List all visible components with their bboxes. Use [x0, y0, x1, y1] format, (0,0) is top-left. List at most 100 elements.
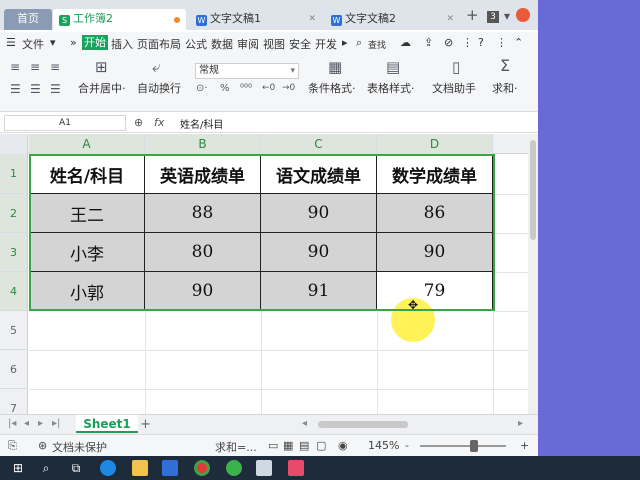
- macro-record-icon[interactable]: ⎘: [8, 439, 17, 453]
- share-icon[interactable]: ⇪: [424, 36, 433, 49]
- zoom-level[interactable]: 145%: [368, 439, 399, 452]
- close-tab-doc2-icon[interactable]: ✕: [446, 9, 454, 29]
- sheet-tab-sheet1[interactable]: Sheet1: [76, 415, 138, 433]
- align-left-icon[interactable]: ☰: [10, 82, 21, 96]
- sheet-grid[interactable]: A B C D 1 2 3 4 5 6 7 姓名/科目 英语成绩单 语文成绩单 …: [0, 134, 528, 414]
- ribbon-more-icon[interactable]: ▸: [342, 36, 348, 49]
- column-header-a[interactable]: A: [29, 134, 145, 154]
- zoom-slider[interactable]: [420, 445, 506, 447]
- normal-view-icon[interactable]: ▭: [268, 439, 278, 452]
- more-horizontal-icon[interactable]: ⋮: [496, 36, 507, 49]
- next-sheet-icon[interactable]: ▸: [38, 418, 43, 429]
- cell-b4[interactable]: 90: [145, 272, 261, 311]
- zoom-in-button[interactable]: +: [520, 439, 529, 452]
- attach-icon[interactable]: ⊘: [444, 36, 453, 49]
- menu-page-layout[interactable]: 页面布局: [137, 36, 181, 52]
- help-icon[interactable]: ?: [478, 36, 484, 49]
- collapse-ribbon-icon[interactable]: ⌃: [514, 36, 523, 49]
- task-view-icon[interactable]: ⧉: [68, 460, 84, 476]
- menu-home[interactable]: 开始: [82, 35, 108, 50]
- wrap-text-icon[interactable]: ⤶: [152, 58, 160, 76]
- column-header-c[interactable]: C: [261, 134, 377, 154]
- doc-helper-icon[interactable]: ▯: [452, 58, 460, 76]
- conditional-format-icon[interactable]: ▦: [328, 58, 342, 76]
- cell-c1[interactable]: 语文成绩单: [261, 154, 377, 194]
- table-style-icon[interactable]: ▤: [386, 58, 400, 76]
- zoom-icon[interactable]: ⊕: [134, 116, 143, 129]
- row-header-3[interactable]: 3: [0, 233, 28, 272]
- vertical-scroll-thumb[interactable]: [530, 140, 536, 240]
- spreadsheet-app-icon[interactable]: [256, 460, 272, 476]
- insert-function-button[interactable]: fx: [154, 116, 164, 129]
- increase-decimal-icon[interactable]: ←0: [262, 83, 275, 93]
- column-header-e[interactable]: [493, 134, 528, 154]
- percent-icon[interactable]: %: [220, 83, 230, 94]
- sum-button[interactable]: 求和·: [492, 80, 518, 96]
- row-header-7[interactable]: 7: [0, 389, 28, 414]
- formula-input[interactable]: 姓名/科目: [180, 116, 223, 131]
- cell-c4[interactable]: 91: [261, 272, 377, 311]
- more-icon[interactable]: ⋮: [462, 36, 473, 49]
- align-right-icon[interactable]: ☰: [50, 82, 61, 96]
- column-header-b[interactable]: B: [145, 134, 261, 154]
- menu-security[interactable]: 安全: [289, 36, 311, 52]
- unsaved-dot-icon[interactable]: [174, 17, 180, 23]
- tab-workbook[interactable]: S 工作簿2: [53, 9, 186, 30]
- tab-doc1[interactable]: W 文字文稿1 ✕: [190, 9, 322, 30]
- menu-data[interactable]: 数据: [211, 36, 233, 52]
- cell-b3[interactable]: 80: [145, 233, 261, 272]
- thousands-icon[interactable]: ⁰⁰⁰: [240, 83, 252, 94]
- table-style-button[interactable]: 表格样式·: [367, 80, 415, 96]
- wechat-icon[interactable]: [226, 460, 242, 476]
- protect-status[interactable]: 文档未保护: [52, 439, 107, 455]
- sum-icon[interactable]: Σ: [500, 56, 510, 75]
- row-header-5[interactable]: 5: [0, 311, 28, 350]
- tab-doc2[interactable]: W 文字文稿2 ✕: [325, 9, 460, 30]
- cloud-icon[interactable]: ☁: [400, 36, 411, 49]
- reading-view-icon[interactable]: ▢: [316, 439, 326, 452]
- conditional-format-button[interactable]: 条件格式·: [308, 80, 356, 96]
- wrap-text-button[interactable]: 自动换行: [137, 80, 181, 96]
- search-label[interactable]: 查找: [368, 38, 386, 51]
- protect-icon[interactable]: ⊛: [38, 439, 47, 452]
- first-sheet-icon[interactable]: |◂: [8, 418, 16, 429]
- search-icon[interactable]: ⌕: [38, 460, 54, 476]
- horizontal-scroll-thumb[interactable]: [318, 421, 408, 428]
- row-header-1[interactable]: 1: [0, 154, 28, 194]
- cell-a1[interactable]: 姓名/科目: [29, 154, 145, 194]
- close-tab-doc1-icon[interactable]: ✕: [308, 9, 316, 29]
- menu-view[interactable]: 视图: [263, 36, 285, 52]
- edge-browser-icon[interactable]: [100, 460, 116, 476]
- zoom-out-button[interactable]: -: [405, 439, 409, 452]
- decrease-decimal-icon[interactable]: →0: [282, 83, 295, 93]
- cell-c3[interactable]: 90: [261, 233, 377, 272]
- doc-helper-button[interactable]: 文档助手: [432, 80, 476, 96]
- search-icon[interactable]: ⌕: [356, 36, 362, 50]
- align-center-icon[interactable]: ☰: [30, 82, 41, 96]
- cell-a2[interactable]: 王二: [29, 194, 145, 233]
- align-top-icon[interactable]: ≡: [10, 60, 20, 74]
- chevron-down-icon[interactable]: ▾: [504, 9, 510, 23]
- media-app-icon[interactable]: [288, 460, 304, 476]
- merge-center-icon[interactable]: ⊞: [95, 58, 108, 76]
- row-header-2[interactable]: 2: [0, 194, 28, 233]
- cell-d4[interactable]: 79: [377, 272, 493, 311]
- select-all-corner[interactable]: [0, 134, 28, 154]
- page-break-view-icon[interactable]: ▦: [283, 439, 293, 452]
- align-bottom-icon[interactable]: ≡: [50, 60, 60, 74]
- cell-a4[interactable]: 小郭: [29, 272, 145, 311]
- chrome-browser-icon[interactable]: [194, 460, 210, 476]
- file-explorer-icon[interactable]: [132, 460, 148, 476]
- menu-file[interactable]: 文件: [22, 36, 44, 52]
- page-layout-view-icon[interactable]: ▤: [299, 439, 309, 452]
- last-sheet-icon[interactable]: ▸|: [52, 418, 60, 429]
- align-middle-icon[interactable]: ≡: [30, 60, 40, 74]
- sum-status[interactable]: 求和=...: [215, 439, 257, 455]
- word-app-icon[interactable]: [162, 460, 178, 476]
- add-sheet-button[interactable]: +: [140, 417, 151, 432]
- avatar[interactable]: [516, 8, 530, 22]
- tab-count-badge[interactable]: 3: [487, 11, 499, 23]
- cell-d3[interactable]: 90: [377, 233, 493, 272]
- number-format-select[interactable]: 常规 ▾: [195, 63, 299, 79]
- hamburger-icon[interactable]: ☰: [6, 36, 16, 49]
